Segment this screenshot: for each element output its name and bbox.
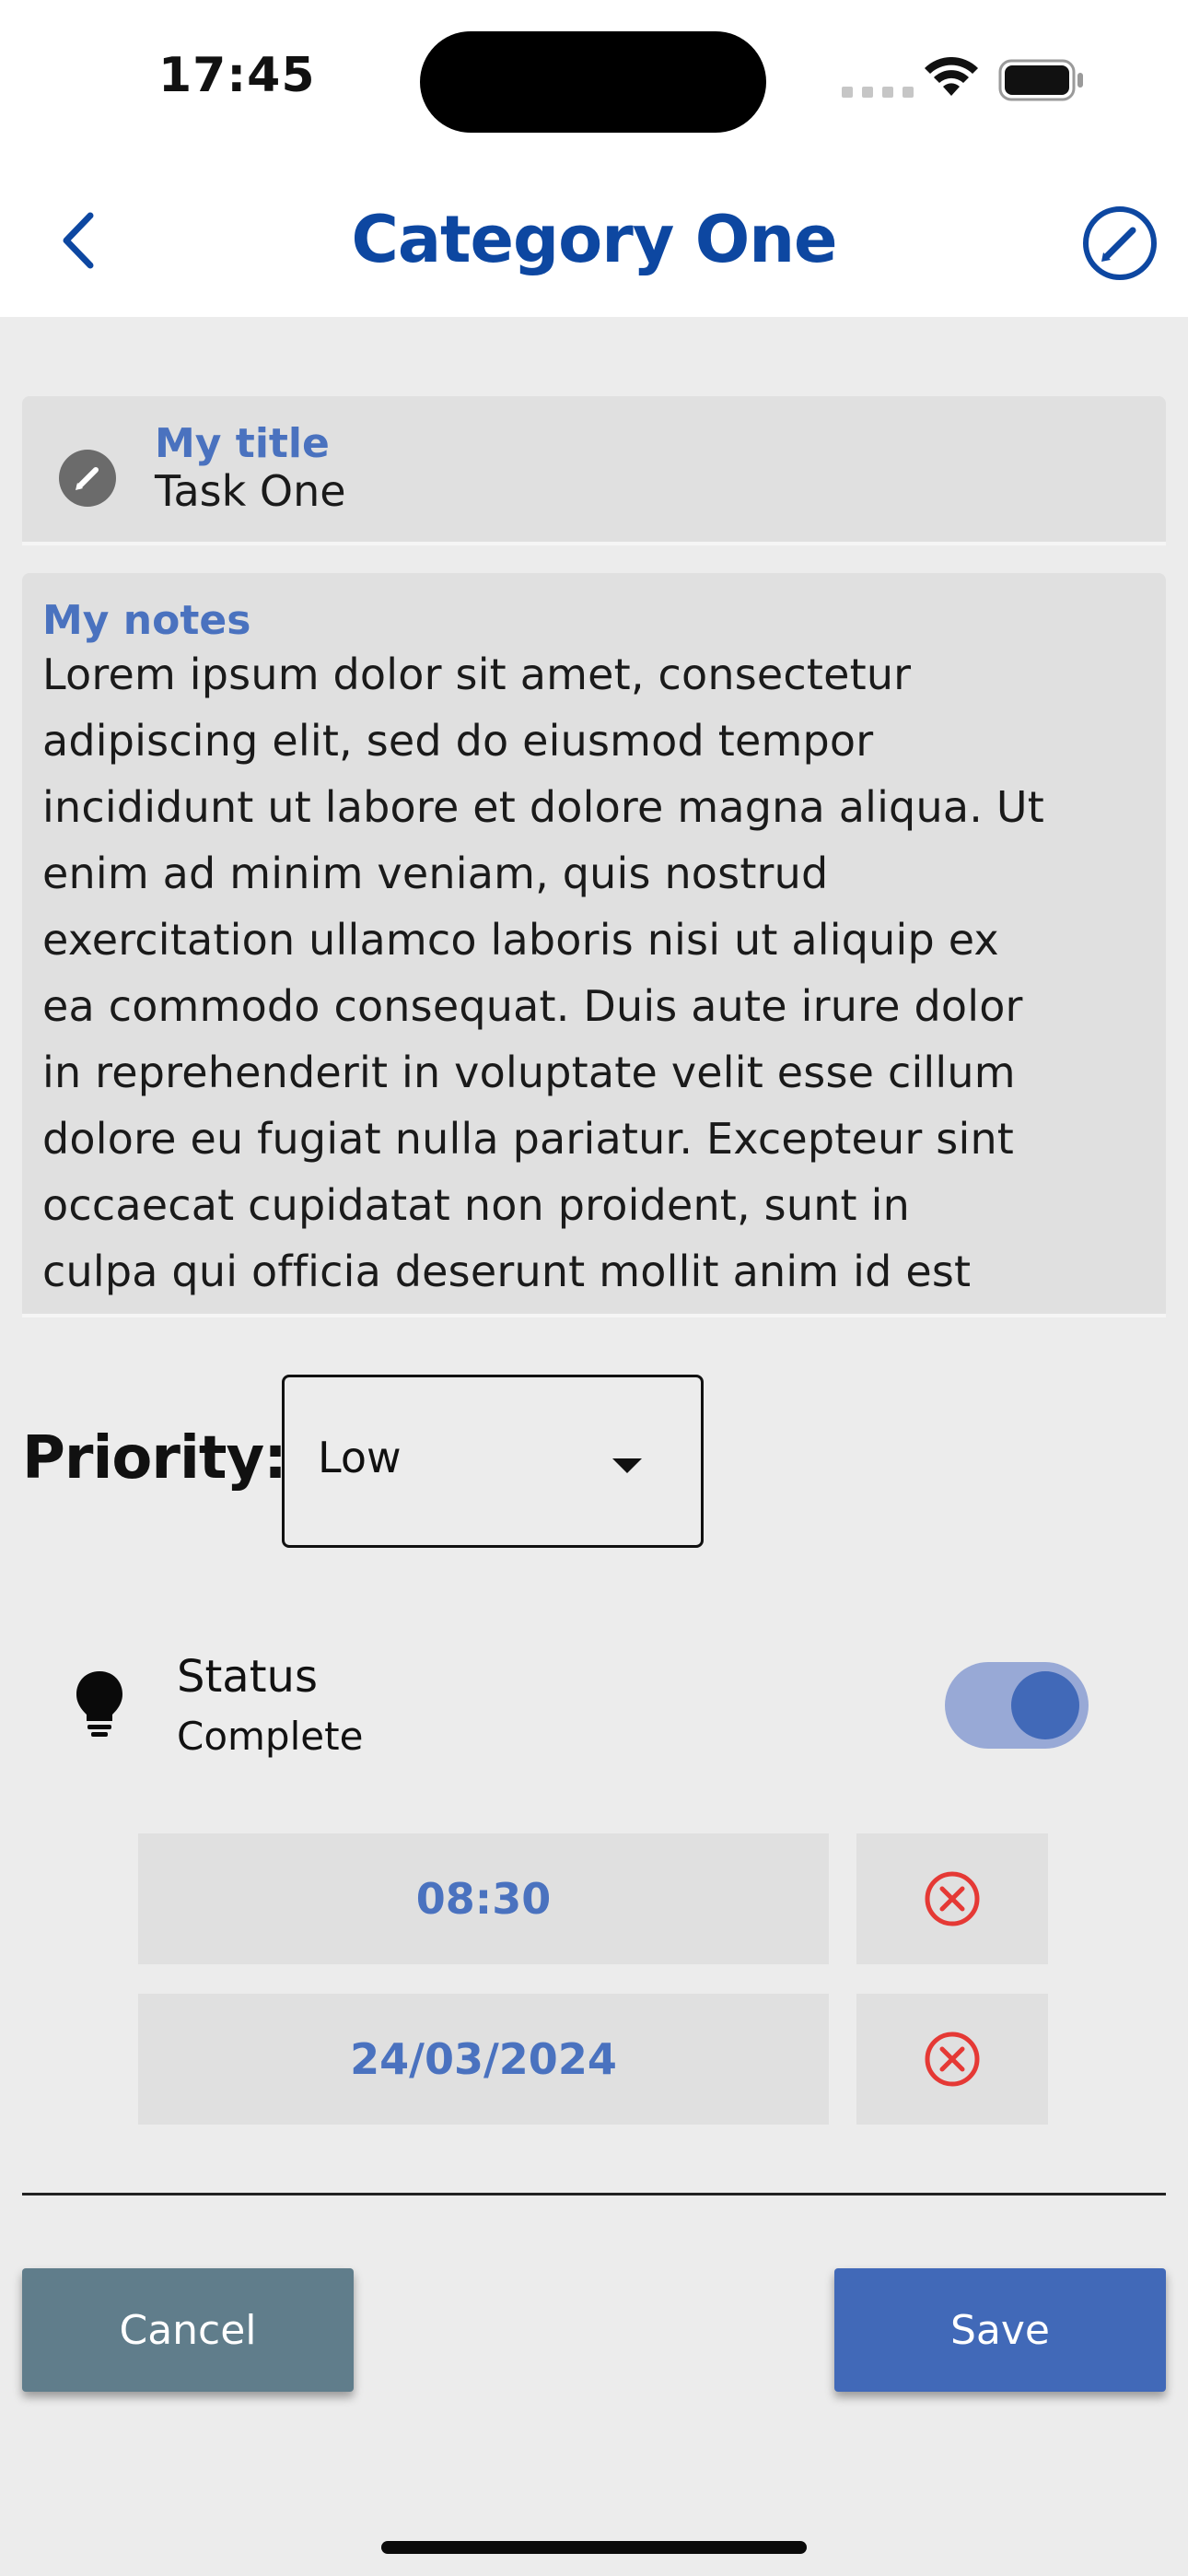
pencil-icon	[59, 450, 116, 507]
title-field-value[interactable]: Task One	[155, 466, 346, 516]
priority-selected-value: Low	[318, 1433, 402, 1482]
status-title: Status	[177, 1651, 318, 1703]
wifi-icon	[925, 57, 978, 96]
app-header: 17:45 Category One	[0, 0, 1188, 317]
title-field[interactable]: My title Task One	[22, 396, 1166, 545]
lightbulb-icon	[76, 1671, 122, 1737]
page-title: Category One	[351, 202, 837, 277]
date-field[interactable]: 24/03/2024	[138, 1994, 829, 2125]
date-field-value: 24/03/2024	[350, 2034, 617, 2084]
clear-circle-icon	[925, 2032, 980, 2087]
battery-icon	[998, 59, 1083, 101]
priority-dropdown[interactable]: Low	[282, 1375, 704, 1548]
clear-circle-icon	[925, 1871, 980, 1926]
clear-date-button[interactable]	[856, 1994, 1048, 2125]
dropdown-caret-icon	[612, 1458, 642, 1473]
cancel-button[interactable]: Cancel	[22, 2268, 354, 2392]
notes-field-label: My notes	[42, 597, 251, 644]
time-field[interactable]: 08:30	[138, 1833, 829, 1964]
divider	[22, 2193, 1166, 2195]
toggle-knob	[1011, 1671, 1079, 1739]
dynamic-island	[420, 31, 766, 133]
title-field-label: My title	[155, 420, 330, 467]
save-button[interactable]: Save	[834, 2268, 1166, 2392]
edit-category-icon[interactable]	[1081, 205, 1159, 282]
notes-field[interactable]: My notes Lorem ipsum dolor sit amet, con…	[22, 573, 1166, 1317]
time-field-value: 08:30	[415, 1874, 552, 1924]
status-bar-time: 17:45	[158, 48, 316, 103]
status-value: Complete	[177, 1714, 364, 1759]
home-indicator	[381, 2541, 807, 2554]
clear-time-button[interactable]	[856, 1833, 1048, 1964]
status-toggle[interactable]	[945, 1662, 1089, 1749]
notes-field-value[interactable]: Lorem ipsum dolor sit amet, consectetur …	[42, 641, 1157, 1305]
cellular-signal-icon	[842, 87, 914, 98]
priority-label: Priority:	[22, 1424, 287, 1493]
